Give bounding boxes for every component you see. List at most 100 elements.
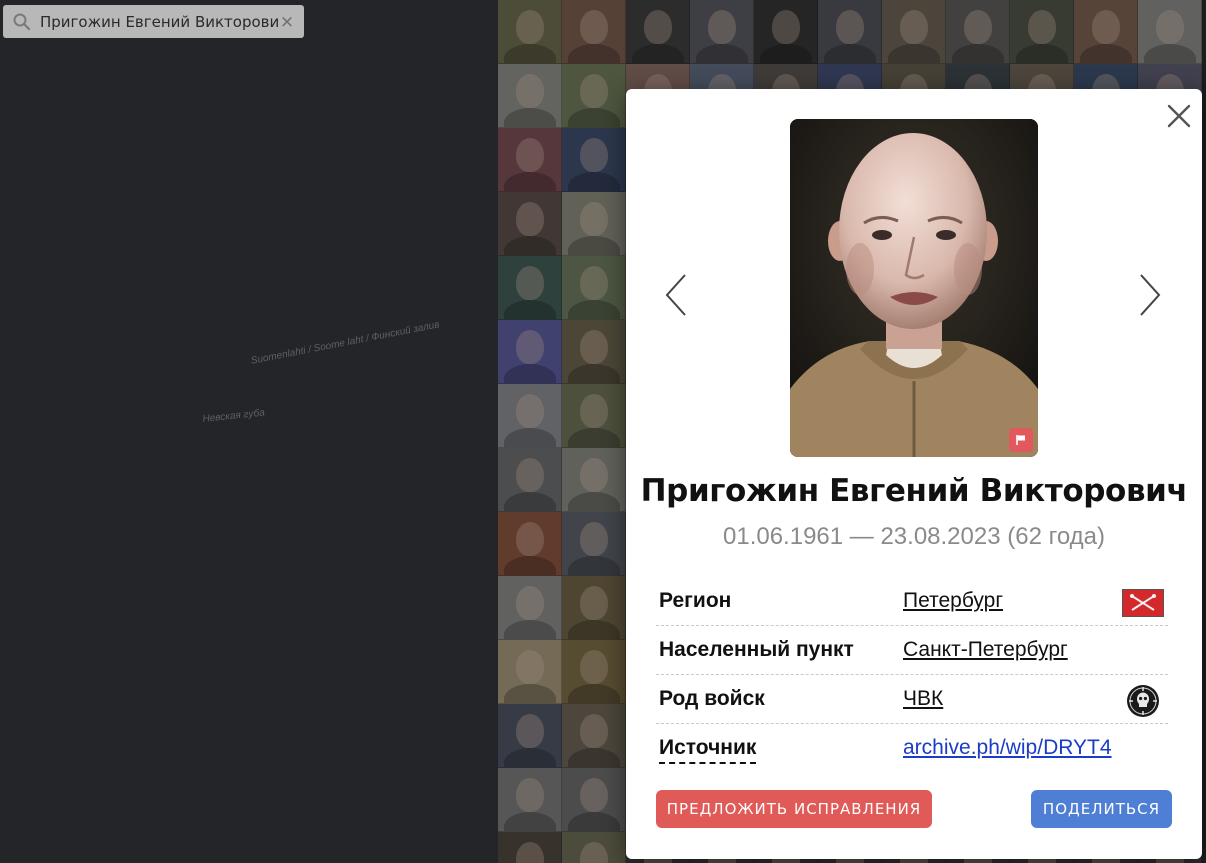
photo-tile[interactable]: [562, 768, 626, 832]
branch-link[interactable]: ЧВК: [903, 687, 943, 711]
photo-tile[interactable]: [562, 832, 626, 863]
photo-tile[interactable]: [498, 640, 562, 704]
photo-tile[interactable]: [562, 0, 626, 64]
portrait-body: [568, 44, 620, 63]
portrait-body: [568, 172, 620, 191]
search-icon: [13, 13, 31, 30]
portrait-body: [568, 684, 620, 703]
map-area[interactable]: Пригожин Евгений Викторович × Suomenlaht…: [0, 0, 498, 863]
photo-tile[interactable]: [498, 320, 562, 384]
portrait-body: [504, 300, 556, 319]
source-link[interactable]: archive.ph/wip/DRYT4: [903, 736, 1112, 760]
photo-tile[interactable]: [498, 192, 562, 256]
pmc-emblem-icon: [1127, 685, 1159, 717]
photo-tile[interactable]: [562, 512, 626, 576]
chevron-left-icon[interactable]: [664, 273, 688, 317]
portrait-face: [516, 10, 544, 44]
photo-tile[interactable]: [690, 0, 754, 64]
photo-tile[interactable]: [498, 768, 562, 832]
photo-tile[interactable]: [562, 128, 626, 192]
portrait-face: [900, 10, 928, 44]
info-key-source[interactable]: Источник: [659, 736, 757, 764]
portrait-face: [580, 202, 608, 236]
photo-tile[interactable]: [562, 384, 626, 448]
portrait-face: [580, 522, 608, 556]
photo-tile[interactable]: [562, 192, 626, 256]
locality-link[interactable]: Санкт-Петербург: [903, 638, 1068, 662]
portrait-face: [580, 74, 608, 108]
share-button[interactable]: ПОДЕЛИТЬСЯ: [1031, 790, 1172, 828]
portrait-body: [504, 428, 556, 447]
portrait-body: [1144, 44, 1196, 63]
portrait-body: [504, 620, 556, 639]
portrait-body: [568, 300, 620, 319]
search-clear-icon[interactable]: ×: [278, 12, 296, 32]
region-flag-icon: [1122, 589, 1164, 617]
photo-tile[interactable]: [498, 832, 562, 863]
photo-tile[interactable]: [498, 128, 562, 192]
photo-tile[interactable]: [498, 576, 562, 640]
close-icon[interactable]: [1166, 103, 1192, 129]
portrait-body: [952, 44, 1004, 63]
portrait-face: [580, 266, 608, 300]
chevron-right-icon[interactable]: [1138, 273, 1162, 317]
portrait-face: [772, 10, 800, 44]
portrait-body: [504, 812, 556, 831]
portrait-face: [580, 394, 608, 428]
portrait-body: [888, 44, 940, 63]
portrait-face: [580, 138, 608, 172]
photo-tile[interactable]: [498, 704, 562, 768]
photo-tile[interactable]: [754, 0, 818, 64]
portrait-face: [516, 842, 544, 863]
photo-tile[interactable]: [882, 0, 946, 64]
photo-tile[interactable]: [498, 0, 562, 64]
info-row-region: Регион Петербург: [656, 577, 1168, 626]
photo-tile[interactable]: [562, 640, 626, 704]
photo-tile[interactable]: [562, 320, 626, 384]
photo-tile[interactable]: [562, 448, 626, 512]
suggest-correction-button[interactable]: ПРЕДЛОЖИТЬ ИСПРАВЛЕНИЯ: [656, 790, 932, 828]
search-box[interactable]: Пригожин Евгений Викторович ×: [3, 5, 304, 38]
photo-tile[interactable]: [1010, 0, 1074, 64]
photo-tile[interactable]: [498, 384, 562, 448]
portrait-body: [568, 108, 620, 127]
info-key-branch: Род войск: [659, 687, 765, 710]
portrait-face: [516, 202, 544, 236]
info-key-region: Регион: [659, 589, 732, 612]
map-label-gulf: Suomenlahti / Soome laht / Финский залив: [250, 319, 441, 367]
portrait-body: [632, 44, 684, 63]
person-name: Пригожин Евгений Викторович: [640, 473, 1188, 509]
photo-tile[interactable]: [498, 256, 562, 320]
portrait-face: [1156, 10, 1184, 44]
portrait-body: [504, 236, 556, 255]
photo-tile[interactable]: [498, 512, 562, 576]
portrait-face: [516, 714, 544, 748]
portrait-body: [568, 428, 620, 447]
photo-tile[interactable]: [562, 576, 626, 640]
portrait-body: [568, 236, 620, 255]
search-input[interactable]: Пригожин Евгений Викторович: [40, 13, 278, 31]
photo-tile[interactable]: [1074, 0, 1138, 64]
portrait-face: [516, 458, 544, 492]
photo-tile[interactable]: [562, 704, 626, 768]
portrait-body: [568, 748, 620, 767]
info-row-locality: Населенный пункт Санкт-Петербург: [656, 626, 1168, 675]
photo-tile[interactable]: [626, 0, 690, 64]
photo-tile[interactable]: [946, 0, 1010, 64]
photo-tile[interactable]: [562, 256, 626, 320]
map-label-bay: Невская губа: [202, 407, 266, 425]
report-flag-icon[interactable]: [1009, 428, 1033, 452]
portrait-face: [516, 394, 544, 428]
portrait-body: [504, 556, 556, 575]
portrait-body: [504, 492, 556, 511]
region-link[interactable]: Петербург: [903, 589, 1003, 613]
photo-tile[interactable]: [1138, 0, 1202, 64]
photo-tile[interactable]: [818, 0, 882, 64]
portrait-face: [580, 586, 608, 620]
portrait-body: [568, 620, 620, 639]
photo-tile[interactable]: [562, 64, 626, 128]
portrait-body: [760, 44, 812, 63]
photo-tile[interactable]: [498, 448, 562, 512]
portrait-body: [568, 556, 620, 575]
photo-tile[interactable]: [498, 64, 562, 128]
